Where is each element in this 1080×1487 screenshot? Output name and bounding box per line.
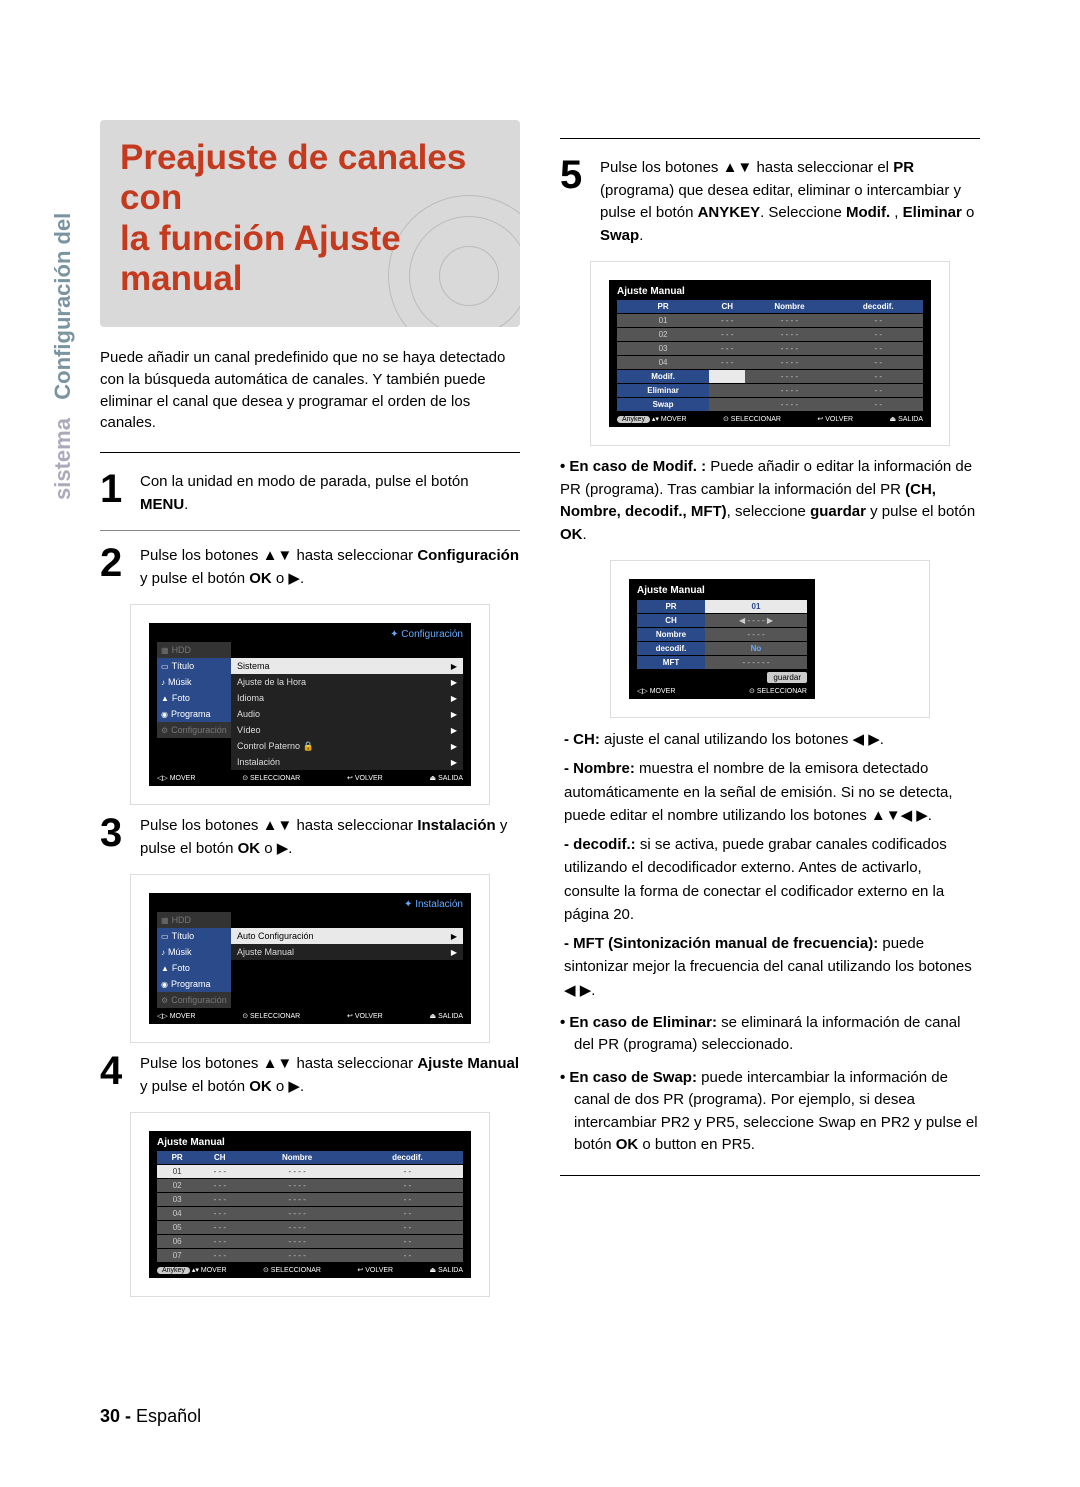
- divider: [560, 1175, 980, 1176]
- osd-context-menu: Ajuste Manual PRCHNombredecodif. 01- - -…: [590, 261, 950, 446]
- step-4: 4 Pulse los botones ▲▼ hasta seleccionar…: [100, 1053, 520, 1098]
- side-tab: sistema Configuración del: [50, 213, 76, 500]
- side-tab-main: Configuración del: [50, 213, 75, 400]
- divider: [100, 452, 520, 453]
- osd-title: Ajuste Manual: [637, 585, 807, 599]
- step-3: 3 Pulse los botones ▲▼ hasta seleccionar…: [100, 815, 520, 860]
- modif-paragraph: • En caso de Modif. : Puede añadir o edi…: [560, 456, 980, 546]
- save-button[interactable]: guardar: [767, 672, 807, 683]
- osd-manual-table: Ajuste Manual PRCHNombredecodif. 01- - -…: [130, 1112, 490, 1297]
- step-text: Con la unidad en modo de parada, pulse e…: [140, 471, 520, 516]
- step-text: Pulse los botones ▲▼ hasta seleccionar A…: [140, 1053, 520, 1098]
- osd-footer: Anykey ▴▾ MOVER ⊙ SELECCIONAR ↩ VOLVER ⏏…: [617, 411, 923, 423]
- pr-table: PRCHNombredecodif. 01- - -- - - -- - 02-…: [157, 1151, 463, 1262]
- osd-header: ✦ Configuración: [157, 629, 463, 642]
- field-details: - CH: ajuste el canal utilizando los bot…: [564, 728, 980, 1002]
- step-number: 3: [100, 815, 130, 860]
- step-text: Pulse los botones ▲▼ hasta seleccionar e…: [600, 157, 980, 247]
- pr-table-context: PRCHNombredecodif. 01- - -- - - -- - 02-…: [617, 300, 923, 411]
- hero-box: Preajuste de canales con la función Ajus…: [100, 120, 520, 327]
- step-5: 5 Pulse los botones ▲▼ hasta seleccionar…: [560, 157, 980, 247]
- swap-paragraph: • En caso de Swap: puede intercambiar la…: [560, 1067, 980, 1157]
- right-column: 5 Pulse los botones ▲▼ hasta seleccionar…: [560, 120, 980, 1305]
- left-column: Preajuste de canales con la función Ajus…: [100, 120, 520, 1305]
- step-number: 5: [560, 157, 590, 247]
- page-language: Español: [136, 1406, 201, 1426]
- intro-text: Puede añadir un canal predefinido que no…: [100, 347, 520, 434]
- hero-title: Preajuste de canales con la función Ajus…: [120, 138, 500, 299]
- step-number: 1: [100, 471, 130, 516]
- step-number: 4: [100, 1053, 130, 1098]
- osd-install-menu: ✦ Instalación ▦HDD ▭TítuloAuto Configura…: [130, 874, 490, 1043]
- step-text: Pulse los botones ▲▼ hasta seleccionar C…: [140, 545, 520, 590]
- osd-footer: ◁▷ MOVER ⊙ SELECCIONAR: [637, 683, 807, 695]
- divider: [100, 530, 520, 531]
- osd-header: ✦ Instalación: [157, 899, 463, 912]
- page-footer: 30 - Español: [100, 1406, 201, 1427]
- pr-edit-table: PR01 CH◀ - - - - ▶ Nombre- - - - decodif…: [637, 599, 807, 669]
- page-number: 30 -: [100, 1406, 131, 1426]
- divider: [560, 138, 980, 139]
- step-1: 1 Con la unidad en modo de parada, pulse…: [100, 471, 520, 516]
- osd-footer: Anykey ▴▾ MOVER ⊙ SELECCIONAR ↩ VOLVER ⏏…: [157, 1262, 463, 1274]
- step-text: Pulse los botones ▲▼ hasta seleccionar I…: [140, 815, 520, 860]
- osd-footer: ◁▷ MOVER ⊙ SELECCIONAR ↩ VOLVER ⏏ SALIDA: [157, 770, 463, 782]
- osd-title: Ajuste Manual: [157, 1137, 463, 1151]
- step-2: 2 Pulse los botones ▲▼ hasta seleccionar…: [100, 545, 520, 590]
- osd-edit-pr: Ajuste Manual PR01 CH◀ - - - - ▶ Nombre-…: [610, 560, 930, 718]
- osd-config-menu: ✦ Configuración ▦HDD ▭TítuloSistema▶ ♪Mú…: [130, 604, 490, 805]
- osd-footer: ◁▷ MOVER ⊙ SELECCIONAR ↩ VOLVER ⏏ SALIDA: [157, 1008, 463, 1020]
- side-tab-sub: sistema: [50, 418, 75, 500]
- osd-title: Ajuste Manual: [617, 286, 923, 300]
- eliminar-paragraph: • En caso de Eliminar: se eliminará la i…: [560, 1012, 980, 1057]
- step-number: 2: [100, 545, 130, 590]
